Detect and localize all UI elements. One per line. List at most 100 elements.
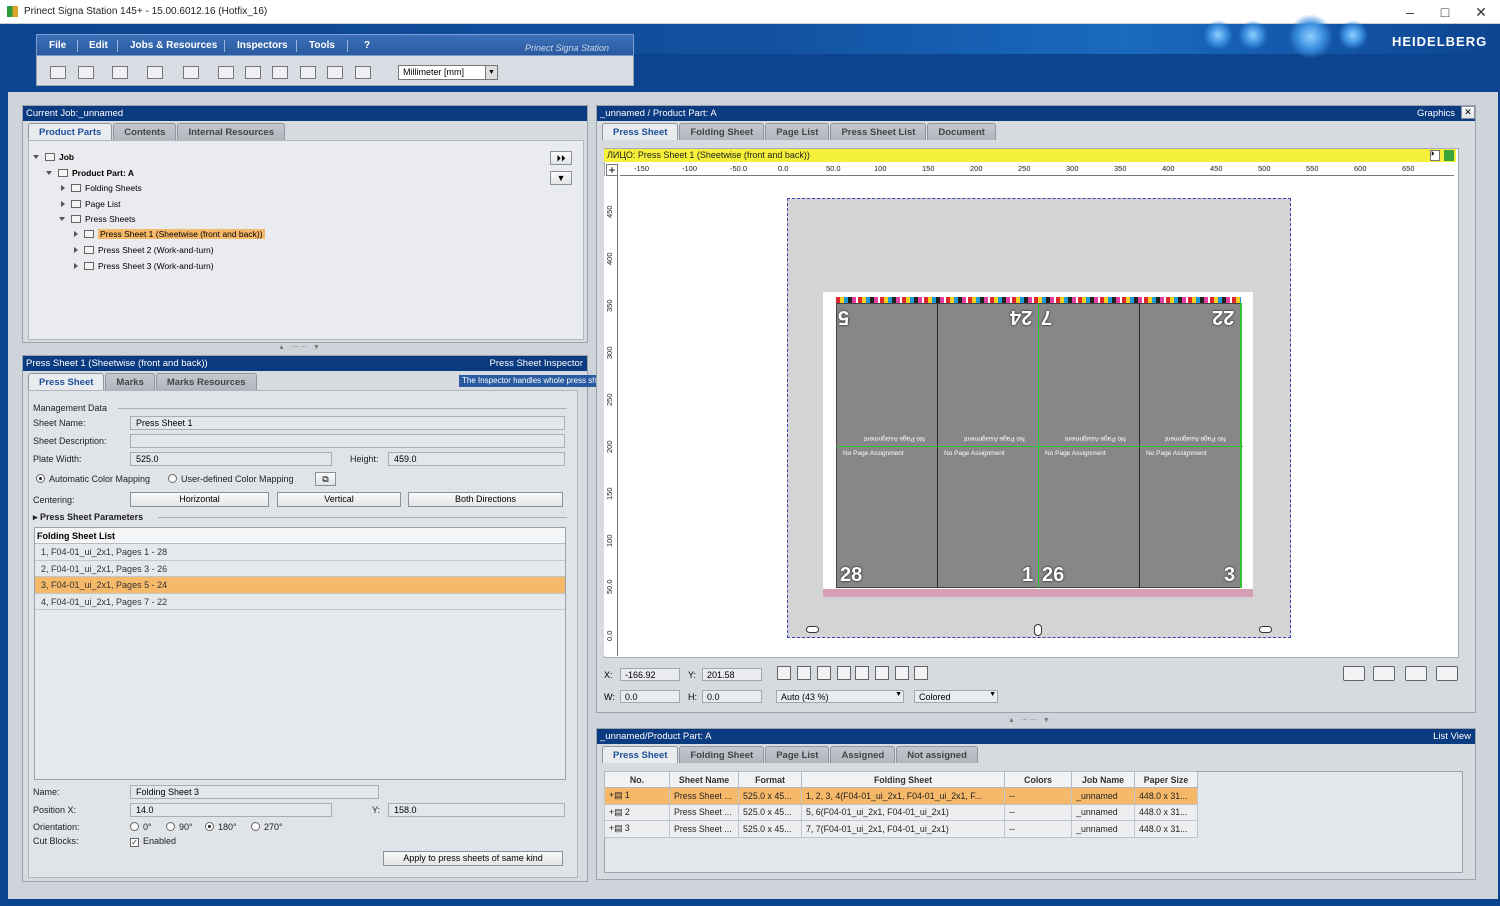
layout-icon[interactable] <box>300 66 316 79</box>
frame-select-icon[interactable] <box>837 666 851 680</box>
ruler-origin-icon[interactable]: + <box>606 164 618 176</box>
cut-blocks-checkbox[interactable]: ✓ Enabled <box>130 836 176 847</box>
side-guide-icon[interactable] <box>806 626 819 633</box>
press-sheet-parameters-toggle[interactable]: ▸ Press Sheet Parameters <box>33 512 143 523</box>
menu-tools[interactable]: Tools <box>309 40 335 51</box>
export-icon[interactable] <box>1436 666 1458 681</box>
tab-folding-sheet[interactable]: Folding Sheet <box>679 123 765 140</box>
y-coordinate-field[interactable]: 201.58 <box>702 668 762 681</box>
tool-icon[interactable] <box>183 66 199 79</box>
print-icon[interactable] <box>147 66 163 79</box>
name-field[interactable]: Folding Sheet 3 <box>130 785 379 799</box>
page-icon[interactable] <box>218 66 234 79</box>
page-number[interactable]: 3 <box>1224 564 1235 587</box>
tab-product-parts[interactable]: Product Parts <box>28 123 113 140</box>
tree-node-page-list[interactable]: Page List <box>61 199 120 209</box>
grid-icon[interactable] <box>1405 666 1427 681</box>
close-icon[interactable]: ✕ <box>1461 106 1475 119</box>
minimize-button[interactable]: – <box>1395 3 1425 21</box>
user-color-mapping-radio[interactable]: User-defined Color Mapping <box>168 474 294 484</box>
save-icon[interactable] <box>112 66 128 79</box>
plate-width-field[interactable]: 525.0 <box>130 452 332 466</box>
tab-folding-sheet[interactable]: Folding Sheet <box>679 746 765 763</box>
both-directions-button[interactable]: Both Directions <box>408 492 563 507</box>
page-number[interactable]: 7 <box>1041 305 1052 328</box>
column-header[interactable]: Folding Sheet <box>800 771 1006 788</box>
redo-icon[interactable] <box>78 66 94 79</box>
width-field[interactable]: 0.0 <box>620 690 680 703</box>
column-header[interactable]: Colors <box>1004 771 1073 788</box>
tab-press-sheet[interactable]: Press Sheet <box>602 123 679 140</box>
tab-internal-resources[interactable]: Internal Resources <box>177 123 286 140</box>
splitter-handle[interactable]: ▲ ⋯⋯ ▼ <box>1008 716 1052 724</box>
expand-all-icon[interactable]: ⏵⏵ <box>550 151 572 165</box>
tab-press-sheet-list[interactable]: Press Sheet List <box>830 123 927 140</box>
chevron-down-icon[interactable]: ▼ <box>485 66 497 79</box>
column-header[interactable]: Job Name <box>1071 771 1136 788</box>
y-field[interactable]: 158.0 <box>388 803 565 817</box>
list-item[interactable]: 2, F04-01_ui_2x1, Pages 3 - 26 <box>35 561 565 577</box>
tab-page-list[interactable]: Page List <box>765 746 830 763</box>
collapse-icon[interactable]: ▼ <box>550 171 572 185</box>
doc-icon[interactable] <box>245 66 261 79</box>
tree-node-press-sheet-2[interactable]: Press Sheet 2 (Work-and-turn) <box>74 245 214 255</box>
table-row[interactable]: +▤ 1 Press Sheet ... 525.0 x 45... 1, 2, 3,… <box>604 787 1198 805</box>
tab-contents[interactable]: Contents <box>113 123 177 140</box>
tree-node-job[interactable]: Job <box>33 152 74 162</box>
auto-color-mapping-radio[interactable]: Automatic Color Mapping <box>36 474 150 484</box>
height-field[interactable]: 459.0 <box>388 452 565 466</box>
list-item-selected[interactable]: 3, F04-01_ui_2x1, Pages 5 - 24 <box>35 577 565 594</box>
sheet-desc-field[interactable] <box>130 434 565 448</box>
orientation-270-radio[interactable]: 270° <box>251 822 283 832</box>
vertical-button[interactable]: Vertical <box>277 492 401 507</box>
height-field[interactable]: 0.0 <box>702 690 762 703</box>
multi-page-icon[interactable] <box>855 666 869 680</box>
menu-inspectors[interactable]: Inspectors <box>237 40 288 51</box>
side-toggle-icon[interactable]: ⏵ <box>1430 150 1440 161</box>
list-item[interactable]: 4, F04-01_ui_2x1, Pages 7 - 22 <box>35 594 565 610</box>
color-mode-select[interactable]: Colored ▼ <box>914 690 998 703</box>
menu-edit[interactable]: Edit <box>89 40 108 51</box>
unit-select[interactable]: Millimeter [mm] ▼ <box>398 65 498 80</box>
orientation-180-radio[interactable]: 180° <box>205 822 237 832</box>
center-guide-icon[interactable] <box>1034 624 1042 636</box>
tab-marks-resources[interactable]: Marks Resources <box>155 373 257 390</box>
side-guide-icon[interactable] <box>1259 626 1272 633</box>
tab-not-assigned[interactable]: Not assigned <box>896 746 978 763</box>
tab-assigned[interactable]: Assigned <box>830 746 896 763</box>
measure-icon[interactable] <box>914 666 928 680</box>
view-icon[interactable] <box>1343 666 1365 681</box>
zoom-select[interactable]: Auto (43 %) ▼ <box>776 690 904 703</box>
column-header[interactable]: No. <box>604 771 670 788</box>
close-window-button[interactable]: ✕ <box>1466 3 1496 21</box>
apply-same-kind-button[interactable]: Apply to press sheets of same kind <box>383 851 563 866</box>
x-coordinate-field[interactable]: -166.92 <box>620 668 680 681</box>
table-row[interactable]: +▤ 2 Press Sheet ... 525.0 x 45... 5, 6(F04… <box>604 803 1198 821</box>
chevron-down-icon[interactable]: ▼ <box>989 691 996 698</box>
menu-help[interactable]: ? <box>364 40 370 51</box>
hand-icon[interactable] <box>817 666 831 680</box>
page-number[interactable]: 1 <box>1022 564 1033 587</box>
fit-icon[interactable] <box>875 666 889 680</box>
page-number[interactable]: 28 <box>840 564 862 587</box>
table-row[interactable]: +▤ 3 Press Sheet ... 525.0 x 45... 7, 7(F04… <box>604 820 1198 838</box>
sheet-name-field[interactable]: Press Sheet 1 <box>130 416 565 430</box>
position-x-field[interactable]: 14.0 <box>130 803 332 817</box>
sheet-icon[interactable] <box>272 66 288 79</box>
tree-node-product-part[interactable]: Product Part: A <box>46 168 134 178</box>
maximize-button[interactable]: □ <box>1430 3 1460 21</box>
column-header[interactable]: Paper Size <box>1134 771 1198 788</box>
page-number[interactable]: 26 <box>1042 564 1064 587</box>
blank-page-icon[interactable] <box>355 66 371 79</box>
pointer-icon[interactable] <box>777 666 791 680</box>
delete-marks-icon[interactable] <box>895 666 909 680</box>
frame-icon[interactable] <box>327 66 343 79</box>
splitter-handle[interactable]: ▲ ⋯⋯ ▼ <box>278 343 322 351</box>
menu-file[interactable]: File <box>49 40 66 51</box>
page-number[interactable]: 22 <box>1212 305 1234 328</box>
tab-page-list[interactable]: Page List <box>765 123 830 140</box>
tab-press-sheet[interactable]: Press Sheet <box>602 746 679 763</box>
column-header[interactable]: Sheet Name <box>668 771 740 788</box>
page-number[interactable]: 24 <box>1010 305 1032 328</box>
zoom-icon[interactable] <box>797 666 811 680</box>
